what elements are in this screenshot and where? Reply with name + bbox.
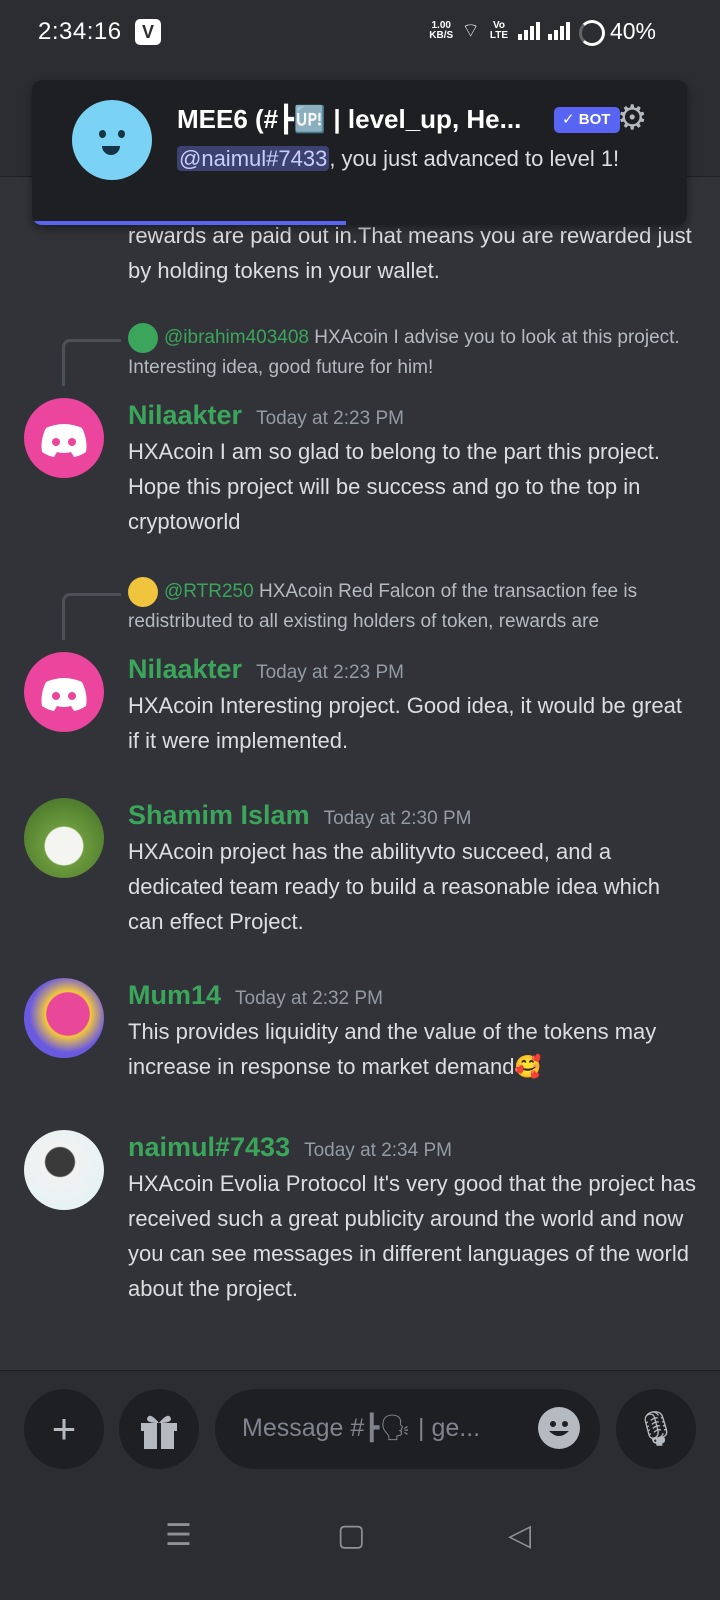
battery-level: 40% — [609, 18, 656, 44]
system-nav-bar: ☰ ▢ ◁ — [0, 1490, 720, 1600]
notification-toast[interactable]: MEE6 (#┣🆙 | level_up, He... ✓ BOT ⚙ @nai… — [32, 80, 687, 225]
message-text: This provides liquidity and the value of… — [128, 1019, 657, 1079]
message-author[interactable]: Nilaakter Today at 2:23 PM — [128, 654, 404, 685]
toast-message: @naimul#7433, you just advanced to level… — [177, 146, 620, 171]
message-timestamp: Today at 2:34 PM — [304, 1140, 452, 1161]
avatar[interactable] — [24, 398, 104, 478]
discord-icon — [128, 323, 158, 353]
message-author[interactable]: naimul#7433 Today at 2:34 PM — [128, 1132, 452, 1163]
message-text: HXAcoin I am so glad to belong to the pa… — [128, 439, 660, 534]
status-bar: 2:34:16 V 1.00 KB/S ⌔ Vo LTE 40% — [0, 0, 720, 66]
signal-icon-2 — [548, 21, 570, 40]
avatar[interactable] — [24, 1130, 104, 1210]
discord-icon — [41, 678, 87, 711]
home-icon[interactable]: ▢ — [337, 1518, 365, 1553]
message-author[interactable]: Nilaakter Today at 2:23 PM — [128, 400, 404, 431]
message-text: HXAcoin project has the abilityvto succe… — [128, 839, 661, 934]
toast-progress — [32, 221, 347, 225]
menu-icon[interactable]: ☰ — [165, 1518, 192, 1553]
user-mention[interactable]: @naimul#7433 — [177, 146, 330, 171]
reply-preview[interactable]: @RTR250 HXAcoin Red Falcon of the transa… — [128, 577, 688, 636]
back-icon[interactable]: ◁ — [508, 1518, 531, 1553]
emoji-button[interactable] — [538, 1407, 580, 1449]
net-speed: 1.00 KB/S — [429, 19, 454, 41]
user-avatar-mini — [128, 577, 158, 607]
message-input[interactable]: Message #┣🗣 | ge... — [215, 1389, 600, 1469]
battery-icon — [579, 20, 605, 46]
reply-connector — [62, 593, 121, 640]
gift-icon — [141, 1415, 177, 1449]
avatar[interactable] — [24, 978, 104, 1058]
message-author[interactable]: Shamim Islam Today at 2:30 PM — [128, 800, 471, 831]
plus-button[interactable]: + — [24, 1389, 104, 1469]
signal-icon — [518, 21, 540, 40]
status-icons: 1.00 KB/S ⌔ Vo LTE — [429, 18, 570, 43]
message-timestamp: Today at 2:23 PM — [256, 662, 404, 683]
reply-user[interactable]: @ibrahim403408 — [164, 327, 309, 348]
toast-title: MEE6 (#┣🆙 | level_up, He... — [177, 104, 522, 134]
avatar[interactable] — [24, 798, 104, 878]
reply-user[interactable]: @RTR250 — [164, 581, 254, 602]
mee6-avatar — [72, 100, 152, 180]
message-author[interactable]: Mum14 Today at 2:32 PM — [128, 980, 383, 1011]
message-text: HXAcoin Evolia Protocol It's very good t… — [128, 1171, 696, 1301]
discord-icon — [41, 424, 87, 457]
message-timestamp: Today at 2:23 PM — [256, 408, 404, 429]
reply-connector — [62, 339, 121, 386]
gift-button[interactable] — [119, 1389, 199, 1469]
gear-icon[interactable]: ⚙ — [617, 98, 647, 138]
status-time: 2:34:16 — [38, 18, 122, 45]
message-timestamp: Today at 2:32 PM — [235, 988, 383, 1009]
emoji-icon — [549, 1421, 569, 1436]
reply-preview[interactable]: @ibrahim403408 HXAcoin I advise you to l… — [128, 323, 688, 382]
composer-bar: + Message #┣🗣 | ge... 🎙 — [0, 1370, 720, 1491]
volte-label: Vo LTE — [489, 19, 509, 41]
message-text: HXAcoin Interesting project. Good idea, … — [128, 693, 682, 753]
bot-badge: ✓ BOT — [554, 107, 621, 133]
notification-badge: V — [135, 19, 161, 45]
avatar[interactable] — [24, 652, 104, 732]
previous-message-tail: rewards are paid out in.That means you a… — [128, 223, 692, 283]
wifi-icon: ⌔ — [461, 20, 480, 42]
message-placeholder: Message #┣🗣 | ge... — [242, 1414, 481, 1442]
mic-button[interactable]: 🎙 — [616, 1389, 696, 1469]
message-timestamp: Today at 2:30 PM — [323, 808, 472, 829]
